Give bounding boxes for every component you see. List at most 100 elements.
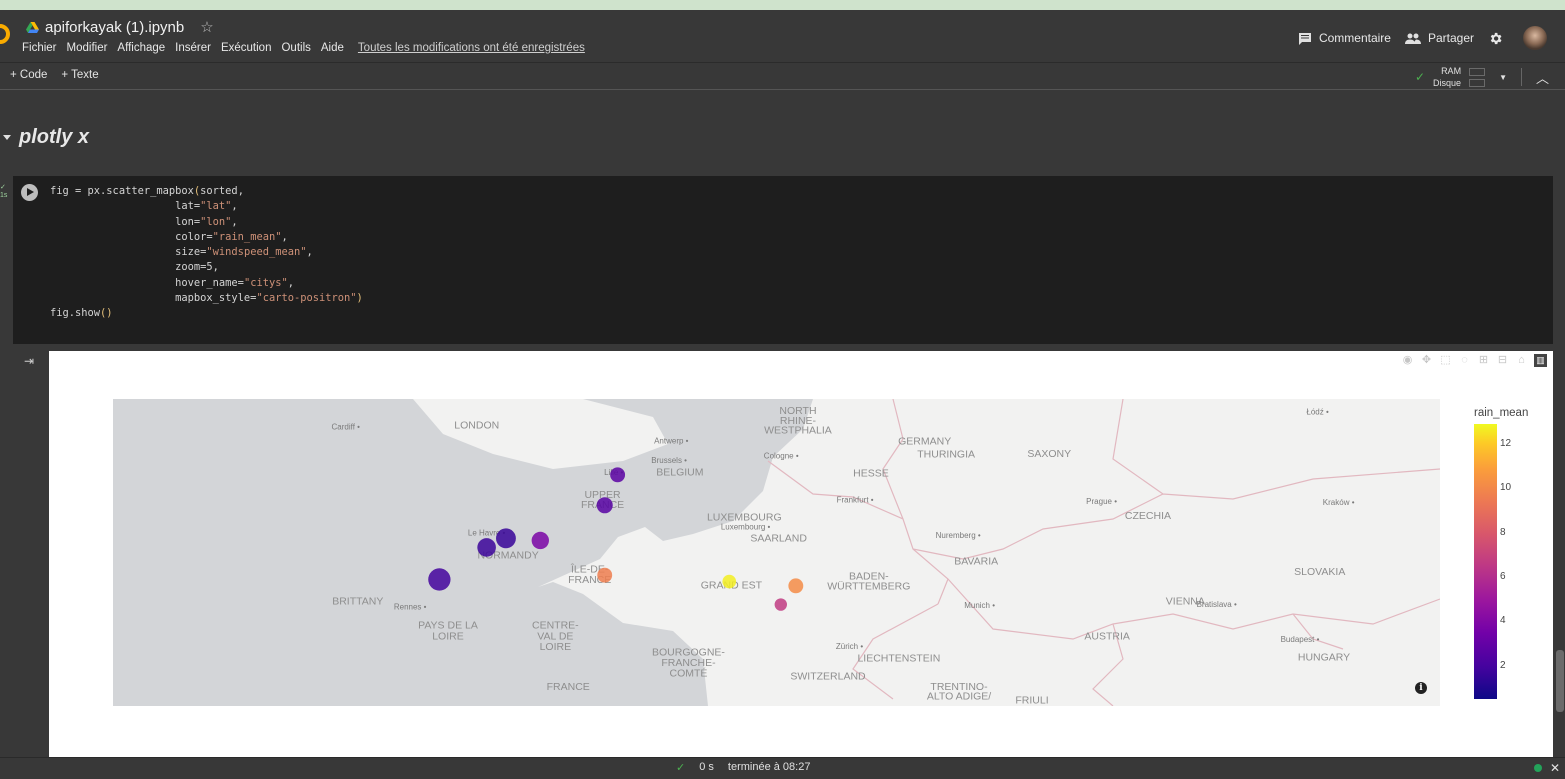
status-check-icon: ✓ [676, 762, 686, 774]
menu-file[interactable]: Fichier [22, 42, 57, 54]
divider [1520, 68, 1522, 86]
map-label: BELGIUM [656, 466, 703, 478]
map-point[interactable] [596, 497, 613, 514]
map-label: Brussels • [651, 456, 687, 465]
code-token: lon= [50, 215, 201, 228]
box-select-icon[interactable]: ⬚ [1439, 354, 1452, 367]
menu-tools[interactable]: Outils [281, 42, 310, 54]
camera-icon[interactable]: ◉ [1401, 354, 1414, 367]
notebook-title-row: apiforkayak (1).ipynb ☆ [26, 18, 214, 36]
map-point[interactable] [597, 567, 613, 583]
avatar[interactable] [1523, 26, 1547, 50]
code-token: , [231, 200, 238, 213]
zoom-out-icon[interactable]: ⊟ [1496, 354, 1509, 367]
code-editor[interactable]: fig = px.scatter_mapbox(sorted, lat="lat… [50, 184, 363, 322]
section-title: plotly x [19, 125, 90, 148]
star-icon[interactable]: ☆ [200, 18, 213, 36]
add-code-button[interactable]: + Code [10, 69, 47, 81]
map-label: LOIRE [432, 630, 464, 642]
code-token: "carto-positron" [256, 292, 357, 305]
code-token: zoom=5, [50, 261, 219, 274]
toolbar-left: + Code + Texte [10, 69, 99, 81]
map-label: Rennes • [394, 602, 427, 611]
menu-help[interactable]: Aide [321, 42, 344, 54]
map-label: SLOVAKIA [1294, 566, 1345, 578]
share-button[interactable]: Partager [1404, 31, 1474, 45]
pan-icon[interactable]: ✥ [1420, 354, 1433, 367]
map-label: SAARLAND [750, 533, 807, 545]
execution-status: ✓ 0 s terminée à 08:27 [676, 761, 810, 774]
code-line: fig = px.scatter_mapbox(sorted, [50, 184, 363, 199]
map-label: HESSE [853, 467, 889, 479]
plotly-logo-icon[interactable]: ▥ [1534, 354, 1547, 367]
status-bar: ✓ 0 s terminée à 08:27 ✕ [0, 757, 1565, 779]
run-cell-button[interactable] [21, 184, 38, 201]
code-token: color= [50, 230, 213, 243]
map-label: GERMANY [898, 435, 951, 447]
map-canvas[interactable]: Łódź •LONDONCardiff •NORTHRHINE-WESTPHAL… [113, 399, 1440, 706]
map-label: CZECHIA [1125, 510, 1171, 522]
map-point[interactable] [428, 568, 451, 591]
connection-dot [1533, 764, 1542, 772]
zoom-in-icon[interactable]: ⊞ [1477, 354, 1490, 367]
code-token: "windspeed_mean" [206, 246, 307, 259]
code-line: hover_name="citys", [50, 276, 363, 291]
reset-view-icon[interactable]: ⌂ [1515, 354, 1528, 367]
gear-icon[interactable] [1488, 31, 1503, 46]
map-point[interactable] [722, 574, 737, 589]
map-label: Nuremberg • [936, 531, 981, 540]
map-label: Munich • [964, 601, 995, 610]
comment-button[interactable]: Commentaire [1298, 31, 1391, 45]
code-line: zoom=5, [50, 260, 363, 275]
map-point[interactable] [610, 467, 626, 483]
map-label: SAXONY [1027, 448, 1071, 460]
map-label: Budapest • [1281, 635, 1320, 644]
map-label: WESTPHALIA [764, 425, 832, 437]
output-toggle-icon[interactable]: ⇥ [24, 354, 34, 368]
resource-bars[interactable] [1469, 67, 1486, 87]
header-actions: Commentaire Partager [1298, 26, 1547, 50]
status-finished: terminée à 08:27 [727, 761, 811, 773]
notebook-title[interactable]: apiforkayak (1).ipynb [45, 19, 184, 36]
add-text-button[interactable]: + Texte [61, 69, 98, 81]
people-icon [1404, 33, 1421, 44]
menu-runtime[interactable]: Exécution [221, 42, 272, 54]
map-point[interactable] [496, 528, 516, 549]
collapse-caret-icon[interactable] [3, 134, 11, 140]
chevron-up-icon[interactable]: ︿ [1536, 68, 1549, 87]
map-label: HUNGARY [1298, 652, 1350, 664]
plus-icon: + [61, 69, 72, 81]
map-label: Łódź • [1306, 407, 1329, 416]
map-label: WÜRTTEMBERG [827, 581, 910, 593]
lasso-select-icon[interactable]: ◌ [1458, 354, 1471, 367]
map-point[interactable] [788, 578, 804, 594]
chevron-down-icon[interactable]: ▼ [1499, 73, 1507, 82]
menu-edit[interactable]: Modifier [67, 42, 108, 54]
code-token: "rain_mean" [212, 230, 282, 243]
code-cell[interactable]: ✓ 1s fig = px.scatter_mapbox(sorted, lat=… [0, 176, 1553, 344]
code-token: "lat" [200, 200, 232, 213]
colab-logo[interactable] [0, 24, 10, 44]
code-line: mapbox_style="carto-positron") [50, 291, 363, 306]
menu-view[interactable]: Affichage [117, 42, 165, 54]
map-label: Zürich • [836, 642, 863, 651]
map-point[interactable] [531, 531, 549, 550]
top-strip [0, 0, 1565, 10]
scrollbar[interactable] [1556, 650, 1564, 712]
colorbar-tick: 2 [1500, 659, 1506, 671]
menu-bar: Fichier Modifier Affichage Insérer Exécu… [22, 42, 585, 54]
code-line: lon="lon", [50, 215, 363, 230]
map-label: Antwerp • [654, 436, 689, 445]
code-token: "lon" [200, 215, 232, 228]
map-label: SWITZERLAND [790, 670, 866, 682]
map-point[interactable] [477, 538, 496, 557]
save-status-link[interactable]: Toutes les modifications ont été enregis… [358, 42, 585, 54]
code-token: () [100, 307, 113, 320]
map-point[interactable] [774, 598, 787, 611]
resources-labels[interactable]: RAM Disque [1433, 65, 1461, 89]
menu-insert[interactable]: Insérer [175, 42, 211, 54]
close-icon[interactable]: ✕ [1550, 761, 1560, 775]
colorbar [1474, 424, 1497, 699]
map-label: ALTO ADIGE/ [927, 691, 991, 703]
info-icon[interactable]: i [1415, 682, 1427, 694]
